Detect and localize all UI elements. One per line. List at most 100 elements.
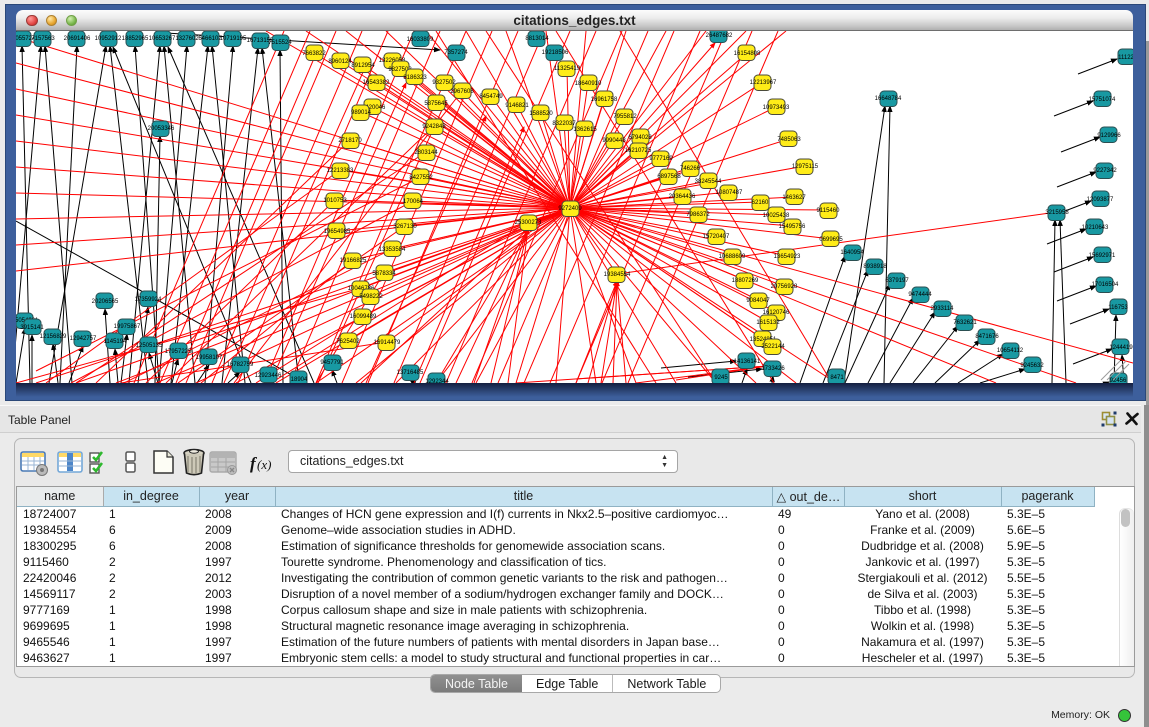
svg-text:25300273: 25300273 bbox=[515, 220, 542, 226]
svg-text:9245: 9245 bbox=[714, 375, 728, 381]
svg-text:12156829: 12156829 bbox=[40, 334, 67, 340]
svg-text:7157563: 7157563 bbox=[31, 36, 55, 42]
svg-text:10653267: 10653267 bbox=[149, 36, 176, 42]
svg-text:1327602: 1327602 bbox=[175, 36, 199, 42]
svg-text:7515524: 7515524 bbox=[268, 40, 292, 46]
svg-text:2718170: 2718170 bbox=[338, 138, 362, 144]
svg-text:12975115: 12975115 bbox=[792, 164, 819, 170]
svg-text:19654985: 19654985 bbox=[324, 229, 351, 235]
svg-text:20364436: 20364436 bbox=[669, 194, 696, 200]
svg-text:9990448: 9990448 bbox=[602, 138, 626, 144]
svg-text:9084047: 9084047 bbox=[746, 298, 770, 304]
svg-text:5875645: 5875645 bbox=[424, 101, 448, 107]
svg-text:2522144: 2522144 bbox=[761, 344, 785, 350]
svg-text:17957225: 17957225 bbox=[165, 349, 192, 355]
svg-text:16210725: 16210725 bbox=[625, 148, 652, 154]
svg-text:(x): (x) bbox=[257, 457, 271, 472]
svg-text:170064: 170064 bbox=[403, 199, 424, 205]
svg-text:1733426: 1733426 bbox=[761, 366, 785, 372]
svg-text:16033809: 16033809 bbox=[407, 37, 434, 43]
svg-text:12942757: 12942757 bbox=[70, 336, 97, 342]
svg-text:3267130: 3267130 bbox=[393, 224, 417, 230]
svg-text:9146821: 9146821 bbox=[505, 103, 529, 109]
svg-text:7485063: 7485063 bbox=[777, 137, 801, 143]
svg-text:9474444: 9474444 bbox=[908, 292, 932, 298]
svg-text:11325419: 11325419 bbox=[554, 66, 581, 72]
svg-text:18807269: 18807269 bbox=[732, 278, 759, 284]
svg-text:9227342: 9227342 bbox=[1093, 168, 1117, 174]
svg-text:7625402: 7625402 bbox=[336, 339, 360, 345]
svg-text:8813014: 8813014 bbox=[525, 36, 549, 42]
svg-text:8960124: 8960124 bbox=[328, 59, 352, 65]
svg-text:19166825: 19166825 bbox=[340, 258, 367, 264]
svg-text:9242848: 9242848 bbox=[422, 124, 446, 130]
svg-text:10688609: 10688609 bbox=[719, 254, 746, 260]
svg-text:1010753: 1010753 bbox=[323, 198, 347, 204]
svg-text:116753: 116753 bbox=[1108, 305, 1128, 311]
svg-text:16543382: 16543382 bbox=[363, 80, 390, 86]
svg-text:1145194: 1145194 bbox=[104, 339, 128, 345]
svg-text:9457791: 9457791 bbox=[320, 360, 344, 366]
svg-text:9129966: 9129966 bbox=[1097, 133, 1121, 139]
svg-text:2803144: 2803144 bbox=[414, 150, 438, 156]
svg-text:16961758: 16961758 bbox=[591, 97, 618, 103]
svg-text:7663822: 7663822 bbox=[302, 51, 326, 57]
svg-text:8186323: 8186323 bbox=[403, 75, 427, 81]
svg-text:15692971: 15692971 bbox=[1089, 253, 1116, 259]
svg-text:26487682: 26487682 bbox=[706, 33, 733, 39]
svg-text:2933114: 2933114 bbox=[931, 306, 955, 312]
svg-text:7986372: 7986372 bbox=[686, 212, 710, 218]
svg-text:10952912: 10952912 bbox=[95, 36, 122, 42]
svg-text:17016504: 17016504 bbox=[1092, 282, 1119, 288]
svg-text:12505135: 12505135 bbox=[136, 343, 163, 349]
svg-text:1640954: 1640954 bbox=[840, 250, 864, 256]
svg-text:19975867: 19975867 bbox=[114, 324, 141, 330]
svg-text:6379197: 6379197 bbox=[885, 278, 909, 284]
svg-text:12213383: 12213383 bbox=[327, 168, 354, 174]
svg-text:1615132: 1615132 bbox=[756, 320, 780, 326]
svg-text:7632621: 7632621 bbox=[953, 320, 977, 326]
svg-text:19384554: 19384554 bbox=[604, 272, 631, 278]
svg-text:18852965: 18852965 bbox=[122, 36, 149, 42]
svg-text:6897568: 6897568 bbox=[657, 174, 681, 180]
svg-text:12923446: 12923446 bbox=[255, 373, 282, 379]
svg-text:1463627: 1463627 bbox=[782, 195, 806, 201]
svg-text:1362615: 1362615 bbox=[573, 127, 597, 133]
svg-text:5878334: 5878334 bbox=[372, 271, 396, 277]
svg-text:62160: 62160 bbox=[752, 200, 769, 206]
svg-text:13654923: 13654923 bbox=[774, 254, 801, 260]
svg-text:1588520: 1588520 bbox=[529, 111, 553, 117]
svg-text:11122: 11122 bbox=[1118, 55, 1133, 61]
svg-text:12093877: 12093877 bbox=[1087, 197, 1114, 203]
svg-text:13353584: 13353584 bbox=[379, 247, 406, 253]
svg-text:16914479: 16914479 bbox=[374, 340, 401, 346]
svg-text:8471676: 8471676 bbox=[975, 334, 999, 340]
svg-text:10719195: 10719195 bbox=[220, 36, 247, 42]
svg-text:989014: 989014 bbox=[351, 110, 372, 116]
svg-text:16154808: 16154808 bbox=[734, 51, 761, 57]
svg-text:10025438: 10025438 bbox=[763, 213, 790, 219]
svg-text:15751074: 15751074 bbox=[1089, 97, 1116, 103]
svg-text:9777169: 9777169 bbox=[649, 156, 673, 162]
svg-text:9115460: 9115460 bbox=[817, 208, 841, 214]
svg-text:16782759: 16782759 bbox=[227, 362, 254, 368]
svg-text:12213967: 12213967 bbox=[750, 80, 777, 86]
svg-text:20053346: 20053346 bbox=[148, 126, 175, 132]
svg-text:38245544: 38245544 bbox=[695, 179, 722, 185]
svg-text:18640910: 18640910 bbox=[575, 81, 602, 87]
svg-text:10973493: 10973493 bbox=[763, 105, 790, 111]
svg-text:2967608: 2967608 bbox=[450, 89, 474, 95]
svg-text:6794028: 6794028 bbox=[628, 135, 652, 141]
svg-text:10654112: 10654112 bbox=[997, 348, 1024, 354]
svg-text:746266: 746266 bbox=[680, 166, 701, 172]
svg-text:16099489: 16099489 bbox=[350, 314, 377, 320]
svg-text:15720407: 15720407 bbox=[703, 234, 730, 240]
svg-text:16648784: 16648784 bbox=[875, 96, 902, 102]
svg-text:20756928: 20756928 bbox=[771, 284, 798, 290]
svg-text:17359924: 17359924 bbox=[135, 297, 162, 303]
svg-text:8938918: 8938918 bbox=[863, 264, 887, 270]
svg-text:7955812: 7955812 bbox=[613, 114, 637, 120]
svg-text:9327502: 9327502 bbox=[432, 80, 456, 86]
svg-text:10807487: 10807487 bbox=[716, 190, 743, 196]
svg-text:3915141: 3915141 bbox=[20, 325, 44, 331]
